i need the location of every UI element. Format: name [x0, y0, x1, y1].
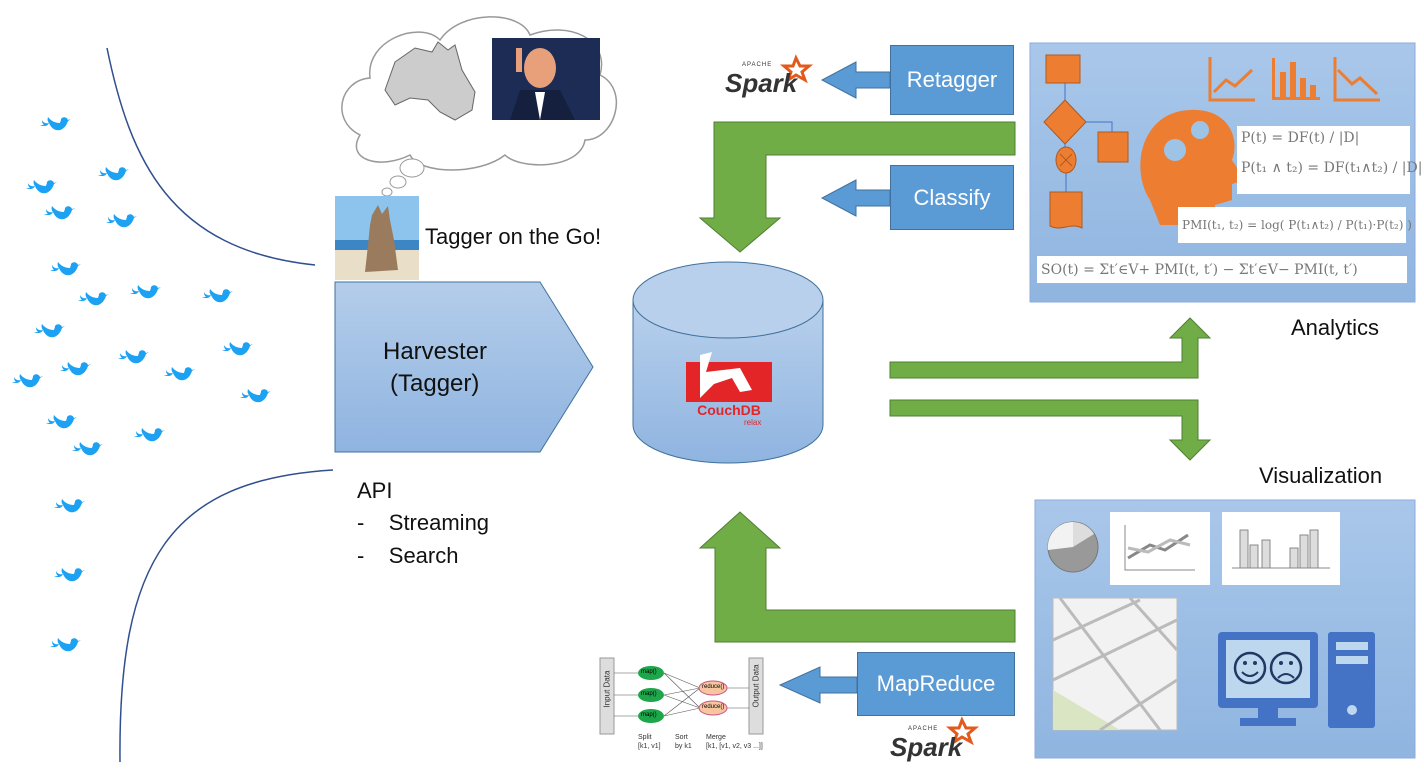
twitter-bird-icon	[164, 367, 195, 381]
retagger-box: Retagger	[890, 45, 1014, 115]
twitter-bird-icon	[50, 638, 81, 652]
twitter-bird-icon	[44, 206, 75, 220]
spark-name-bottom: Spark	[890, 732, 963, 762]
mr-map-3: map()	[641, 712, 657, 718]
classify-box: Classify	[890, 165, 1014, 230]
twitter-bird-icon	[34, 324, 65, 338]
arrow-classify	[820, 179, 891, 217]
arrow-to-analytics	[889, 317, 1212, 379]
pie-chart-icon	[1047, 521, 1099, 573]
stream-boundary-top	[106, 47, 316, 266]
twitter-bird-icon	[130, 285, 161, 299]
mr-merge-sub: [k1, [v1, v2, v3 ...]]	[706, 743, 763, 750]
formula-joint-prob: P(t₁ ∧ t₂) = DF(t₁∧t₂) / |D|	[1241, 160, 1423, 176]
kangaroo-photo	[335, 196, 419, 280]
twitter-bird-icon	[12, 374, 43, 388]
spark-name-top: Spark	[725, 68, 798, 98]
twitter-bird-icon	[222, 342, 253, 356]
mr-output-label: Output Data	[751, 664, 761, 708]
map-icon	[1052, 596, 1179, 732]
couchdb-name: CouchDB	[697, 402, 761, 418]
twitter-bird-icon	[54, 568, 85, 582]
formula-prob: P(t) = DF(t) / |D|	[1241, 130, 1360, 146]
arrow-retagger	[820, 61, 891, 99]
harvester-shape	[334, 281, 594, 453]
api-item-search: - Search	[357, 543, 459, 568]
formula-so: SO(t) = Σt′∈V+ PMI(t, t′) − Σt′∈V− PMI(t…	[1037, 256, 1407, 283]
tweets-cluster	[12, 117, 271, 652]
twitter-bird-icon	[134, 428, 165, 442]
twitter-bird-icon	[50, 262, 81, 276]
line-chart-icon	[1110, 512, 1210, 585]
mr-reduce-2: reduce()	[702, 704, 725, 710]
arrow-mapreduce	[778, 666, 858, 704]
twitter-bird-icon	[78, 292, 109, 306]
twitter-bird-icon	[72, 442, 103, 456]
tagger-caption: Tagger on the Go!	[425, 224, 602, 249]
mr-sort: Sort	[675, 734, 688, 741]
mr-split: Split	[638, 734, 652, 741]
twitter-bird-icon	[60, 362, 91, 376]
mr-input-label: Input Data	[602, 670, 612, 708]
couchdb-tagline: relax	[744, 418, 762, 427]
twitter-bird-icon	[54, 499, 85, 513]
api-title: API	[357, 478, 393, 503]
mapreduce-box: MapReduce	[857, 652, 1015, 716]
mr-merge: Merge	[706, 734, 726, 741]
stream-boundary-bottom	[119, 469, 334, 763]
twitter-bird-icon	[46, 415, 77, 429]
twitter-bird-icon	[40, 117, 71, 131]
formula-pmi: PMI(t₁, t₂) = log( P(t₁∧t₂) / P(t₁)·P(t₂…	[1178, 207, 1412, 243]
twitter-bird-icon	[118, 350, 149, 364]
mapreduce-diagram	[599, 657, 764, 735]
harvester-label: Harvester	[383, 338, 488, 365]
twitter-bird-icon	[26, 180, 57, 194]
diagram-canvas	[12, 16, 1416, 763]
harvester-sublabel: (Tagger)	[390, 370, 480, 397]
api-item-streaming: - Streaming	[357, 510, 490, 535]
arrow-to-db-bottom	[698, 511, 1016, 643]
arrow-to-visualization	[889, 399, 1212, 461]
visualization-label: Visualization	[1259, 463, 1383, 488]
bar-chart-thumbnail	[1222, 512, 1340, 585]
twitter-bird-icon	[98, 167, 129, 181]
analytics-label: Analytics	[1291, 315, 1380, 340]
mr-sort-sub: by k1	[675, 743, 692, 750]
mr-map-1: map()	[641, 669, 657, 675]
mr-reduce-1: reduce()	[702, 684, 725, 690]
twitter-bird-icon	[202, 289, 233, 303]
twitter-bird-icon	[106, 214, 137, 228]
person-photo	[492, 38, 600, 120]
mr-split-sub: [k1, v1]	[638, 743, 661, 750]
mr-map-2: map()	[641, 691, 657, 697]
twitter-bird-icon	[240, 389, 271, 403]
